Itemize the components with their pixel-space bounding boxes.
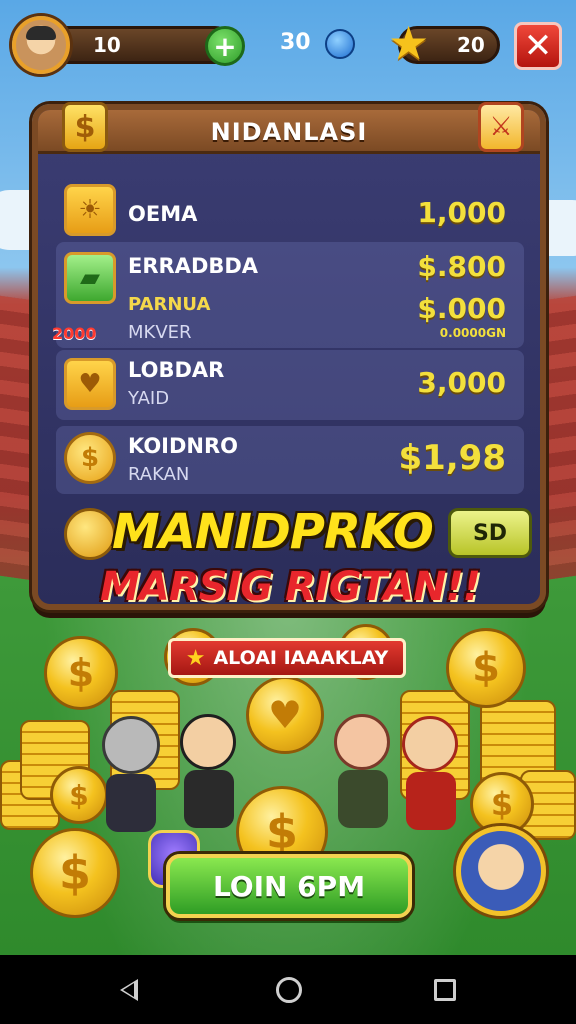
character-cat-dark: [174, 706, 244, 830]
star-icon: ★: [388, 16, 430, 70]
close-icon: ✕: [523, 26, 553, 66]
plus-icon: +: [213, 29, 237, 63]
home-icon[interactable]: [276, 977, 302, 1003]
row-sub: YAID: [128, 388, 170, 409]
row-value: $.800: [417, 250, 506, 283]
coin-icon: [64, 508, 116, 560]
claim-button[interactable]: LOIN 6PM: [166, 854, 412, 918]
row-value: 1,000: [417, 196, 506, 229]
character-body: [406, 772, 456, 830]
back-icon[interactable]: [120, 979, 138, 1001]
coin-icon: $: [30, 828, 120, 918]
panel-header: NIDANLASI: [38, 110, 540, 154]
banner-headline: MANIDPRKO: [112, 504, 434, 560]
add-currency-button[interactable]: +: [205, 26, 245, 66]
heart-coin-icon: ♥: [246, 676, 324, 754]
row-sub-secondary: MKVER: [128, 322, 192, 343]
reward-row[interactable]: ▰ ERRADBDA $.800 PARNUA $.000 2000 MKVER…: [52, 242, 524, 348]
row-tag: 2000: [52, 324, 97, 343]
row-sub: RAKAN: [128, 464, 190, 485]
reward-row[interactable]: ♥ LOBDAR YAID 3,000: [56, 350, 524, 420]
rewards-panel: NIDANLASI $ ⚔ ☀ OEMA 1,000 ▰ ERRADBDA $.…: [32, 102, 546, 610]
dollar-badge-icon: $: [62, 102, 108, 152]
stars-value: 20: [457, 33, 485, 57]
sword-badge-icon[interactable]: ⚔: [478, 102, 524, 152]
dollar-coin-icon: $: [64, 432, 116, 484]
banner-chip-button[interactable]: SD: [448, 508, 532, 558]
heart-shield-icon: ♥: [64, 358, 116, 410]
player-count-value: 10: [93, 33, 121, 57]
gem-icon: [325, 29, 355, 59]
player-avatar[interactable]: [12, 16, 70, 74]
profile-button[interactable]: [456, 826, 546, 916]
sun-badge-icon: ☀: [64, 184, 116, 236]
game-scene: 10 + 30 20 ★ ✕ NIDANLASI $ ⚔ ☀ OEMA 1,00…: [0, 0, 576, 955]
row-value: $1,98: [398, 438, 506, 478]
gems-value: 30: [280, 30, 311, 55]
character-body: [184, 770, 234, 828]
panel-title: NIDANLASI: [210, 118, 368, 146]
character-face: [402, 716, 458, 772]
row-name: LOBDAR: [128, 358, 225, 382]
character-pig: [328, 706, 398, 830]
row-value: 3,000: [417, 366, 506, 399]
row-value-secondary: $.000: [417, 292, 506, 325]
row-sub: PARNUA: [128, 294, 211, 315]
android-nav-bar: [0, 955, 576, 1024]
row-small-value: 0.0000GN: [439, 326, 506, 340]
row-name: KOIDNRO: [128, 434, 239, 458]
row-name: ERRADBDA: [128, 254, 259, 278]
character-face: [102, 716, 160, 774]
character-body: [338, 770, 388, 828]
character-face: [334, 714, 390, 770]
character-redhead: [396, 708, 466, 832]
event-label-banner: ★ ALOAI IAAAKLAY: [168, 638, 406, 678]
character-face: [180, 714, 236, 770]
reward-row[interactable]: $ KOIDNRO RAKAN $1,98: [56, 426, 524, 494]
event-label-text: ALOAI IAAAKLAY: [213, 647, 389, 669]
star-icon: ★: [185, 645, 206, 671]
character-body: [106, 774, 156, 832]
coin-icon: $: [446, 628, 526, 708]
avatar-hair: [26, 26, 56, 40]
row-name: OEMA: [128, 202, 198, 226]
cash-card-icon: ▰: [64, 252, 116, 304]
coin-icon: $: [44, 636, 118, 710]
recents-icon[interactable]: [434, 979, 456, 1001]
character-cat-masked: [96, 712, 166, 832]
banner-subheadline: MARSIG RIGTAN!!: [100, 564, 481, 610]
close-button[interactable]: ✕: [514, 22, 562, 70]
